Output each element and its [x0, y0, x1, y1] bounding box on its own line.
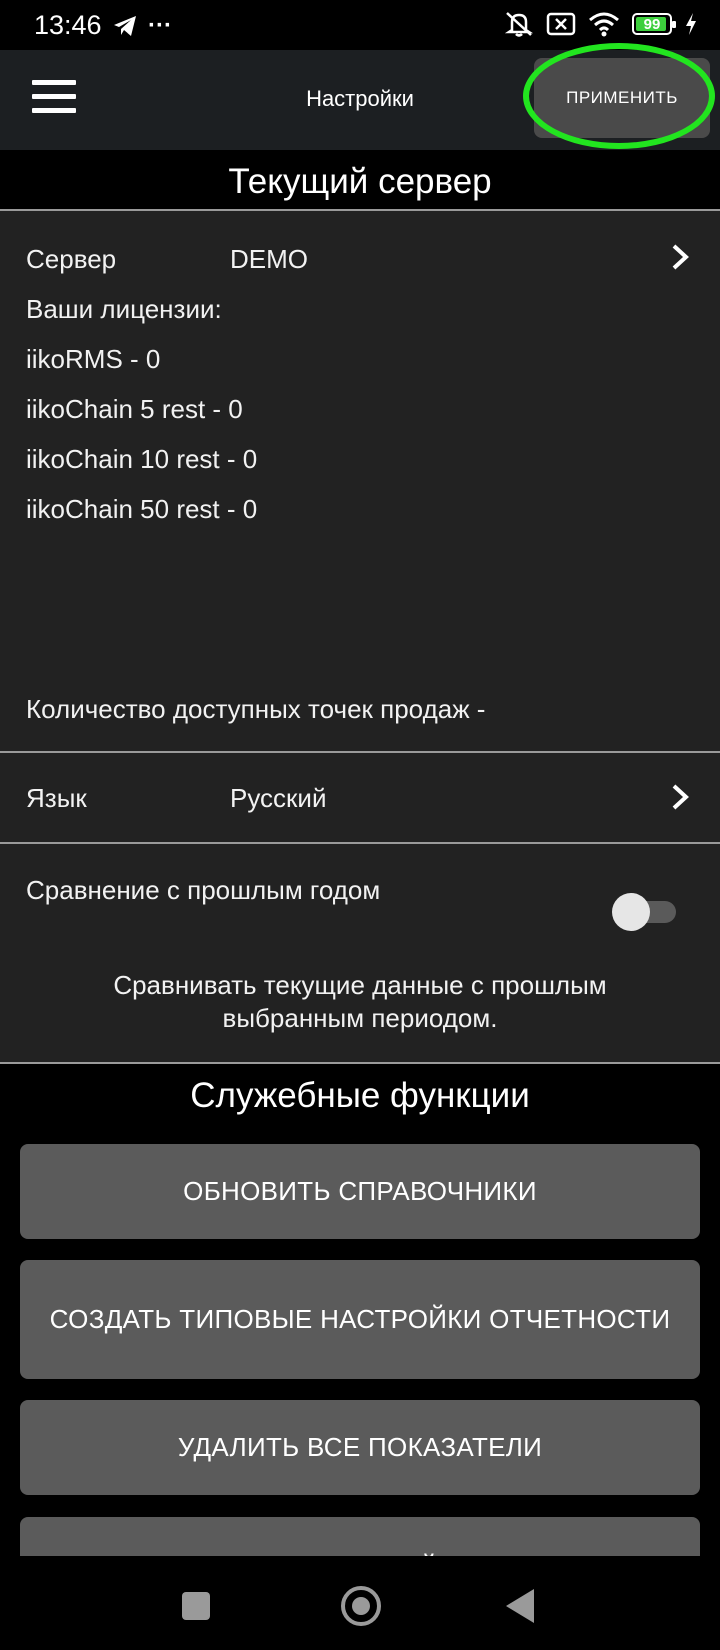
- telegram-icon: [114, 16, 136, 36]
- license-item: iikoChain 50 rest - 0: [26, 494, 258, 524]
- license-item: iikoRMS - 0: [26, 344, 161, 374]
- section-title-current-server: Текущий сервер: [0, 158, 720, 210]
- chevron-right-icon: [672, 784, 689, 810]
- battery-level: 99: [643, 15, 661, 33]
- comparison-toggle[interactable]: [612, 891, 680, 931]
- comparison-note-line: выбранным периодом.: [222, 1003, 498, 1033]
- license-item: iikoChain 10 rest - 0: [26, 444, 258, 474]
- section-title-service: Служебные функции: [0, 1072, 720, 1122]
- license-item: iikoChain 5 rest - 0: [26, 394, 243, 424]
- update-references-button[interactable]: ОБНОВИТЬ СПРАВОЧНИКИ: [20, 1144, 700, 1239]
- charging-icon: [686, 13, 696, 35]
- language-row[interactable]: Язык Русский: [0, 753, 720, 842]
- back-triangle-icon[interactable]: [506, 1589, 534, 1623]
- sim-off-icon: [546, 12, 576, 36]
- more-dots-icon: ···: [148, 12, 172, 39]
- comparison-label: Сравнение с прошлым годом: [26, 875, 381, 905]
- app-toolbar: Настройки ПРИМЕНИТЬ: [0, 50, 720, 150]
- hamburger-menu-icon[interactable]: [32, 80, 76, 120]
- server-label: Сервер: [26, 244, 117, 274]
- status-bar: 13:46 ··· 99: [0, 0, 720, 50]
- comparison-note: Сравнивать текущие данные с прошлым выбр…: [60, 969, 660, 1035]
- comparison-panel: Сравнение с прошлым годом Сравнивать тек…: [0, 844, 720, 1062]
- recents-square-icon[interactable]: [182, 1592, 210, 1620]
- status-time: 13:46: [34, 10, 102, 40]
- pos-count-text: Количество доступных точек продаж -: [26, 694, 486, 724]
- chevron-right-icon: [672, 244, 689, 270]
- wifi-icon: [589, 12, 619, 37]
- page-title: Настройки: [306, 86, 414, 111]
- apply-button[interactable]: ПРИМЕНИТЬ: [534, 58, 710, 138]
- home-circle-icon[interactable]: [341, 1586, 381, 1626]
- language-label: Язык: [26, 783, 87, 813]
- comparison-note-line: Сравнивать текущие данные с прошлым: [113, 970, 607, 1000]
- language-value: Русский: [230, 783, 327, 813]
- system-nav-bar: [0, 1556, 720, 1650]
- server-row[interactable]: Сервер DEMO: [0, 211, 720, 301]
- divider: [0, 1062, 720, 1064]
- delete-all-indicators-button[interactable]: УДАЛИТЬ ВСЕ ПОКАЗАТЕЛИ: [20, 1400, 700, 1495]
- licenses-title: Ваши лицензии:: [26, 294, 222, 324]
- create-report-settings-button[interactable]: СОЗДАТЬ ТИПОВЫЕ НАСТРОЙКИ ОТЧЕТНОСТИ: [20, 1260, 700, 1379]
- server-panel: Сервер DEMO Ваши лицензии: iikoRMS - 0 i…: [0, 211, 720, 751]
- mute-icon: [504, 12, 534, 37]
- battery-icon: 99: [632, 13, 676, 35]
- server-value: DEMO: [230, 244, 308, 274]
